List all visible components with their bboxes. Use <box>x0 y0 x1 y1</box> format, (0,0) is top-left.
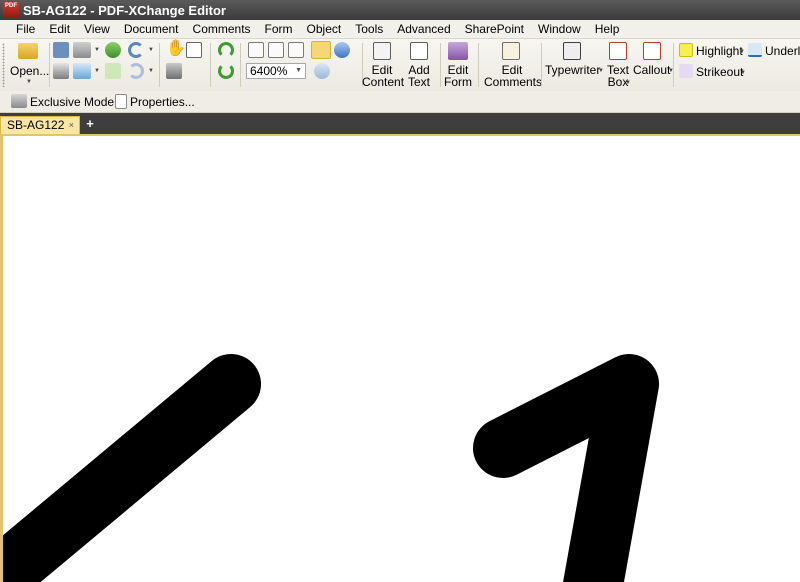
ribbon-separator <box>49 43 50 87</box>
edit-content-label-2[interactable]: Content <box>362 76 404 88</box>
new-tab-button[interactable]: + <box>82 116 98 132</box>
strikeout-button[interactable]: Strikeout <box>696 66 743 78</box>
menu-tools[interactable]: Tools <box>348 22 390 36</box>
redo-dropdown-icon[interactable]: ▼ <box>148 68 154 74</box>
menu-sharepoint[interactable]: SharePoint <box>458 22 531 36</box>
toolbar-grip <box>2 43 5 87</box>
ribbon-separator <box>541 43 542 87</box>
document-tab-bar: SB-AG122 × + <box>0 113 800 134</box>
typewriter-icon[interactable] <box>563 42 581 60</box>
menu-help[interactable]: Help <box>588 22 627 36</box>
rotate-counterclockwise-icon[interactable] <box>218 63 234 79</box>
open-button[interactable]: Open... <box>10 65 49 77</box>
ribbon-toolbar: Open... ▼ ▼ ▼ ▼ ▼ ✋ 6400% ▼ Edit Content… <box>0 39 800 91</box>
callout-icon[interactable] <box>643 42 661 60</box>
fit-width-icon[interactable] <box>288 42 304 58</box>
undo-dropdown-icon[interactable]: ▼ <box>148 47 154 53</box>
document-viewport[interactable] <box>0 134 800 582</box>
rotate-clockwise-icon[interactable] <box>218 42 234 58</box>
text-box-dropdown-icon[interactable]: ▼ <box>625 80 631 86</box>
tab-document[interactable]: SB-AG122 × <box>0 116 80 134</box>
zoom-out-icon[interactable] <box>334 42 350 58</box>
email-dropdown-icon[interactable]: ▼ <box>94 68 100 74</box>
zoom-in-tool-icon[interactable] <box>311 41 331 59</box>
ribbon-separator <box>478 43 479 87</box>
ribbon-separator <box>210 43 211 87</box>
snapshot-icon[interactable] <box>166 63 182 79</box>
strikeout-dropdown-icon[interactable]: ▼ <box>740 70 746 76</box>
edit-form-label-2[interactable]: Form <box>443 76 473 88</box>
highlight-dropdown-icon[interactable]: ▼ <box>739 49 745 55</box>
document-page-content <box>3 354 659 582</box>
print-icon[interactable] <box>53 63 69 79</box>
menu-edit[interactable]: Edit <box>42 22 77 36</box>
strikeout-icon[interactable] <box>679 64 693 78</box>
hand-tool-icon[interactable]: ✋ <box>166 41 186 57</box>
app-icon: PDF <box>3 2 19 18</box>
menu-form[interactable]: Form <box>258 22 300 36</box>
edit-comments-label-2[interactable]: Comments <box>484 76 542 88</box>
exclusive-mode-icon[interactable] <box>11 94 27 108</box>
menu-advanced[interactable]: Advanced <box>390 22 457 36</box>
menu-object[interactable]: Object <box>300 22 349 36</box>
edit-content-icon[interactable] <box>373 42 391 60</box>
undo-icon[interactable] <box>128 42 144 58</box>
menu-bar: File Edit View Document Comments Form Ob… <box>0 20 800 39</box>
scanner-icon[interactable] <box>73 42 91 58</box>
text-box-icon[interactable] <box>609 42 627 60</box>
menu-window[interactable]: Window <box>531 22 588 36</box>
fit-page-icon[interactable] <box>268 42 284 58</box>
underline-icon[interactable] <box>748 43 762 57</box>
menu-file[interactable]: File <box>0 22 42 36</box>
add-text-icon[interactable] <box>410 42 428 60</box>
close-tab-icon[interactable]: × <box>69 117 74 133</box>
properties-icon[interactable] <box>115 94 127 109</box>
redo-icon[interactable] <box>128 63 144 79</box>
menu-view[interactable]: View <box>77 22 117 36</box>
ribbon-separator <box>159 43 160 87</box>
chevron-down-icon: ▼ <box>295 67 302 74</box>
save-icon[interactable] <box>53 42 69 58</box>
zoom-level-select[interactable]: 6400% ▼ <box>246 63 306 79</box>
actual-size-icon[interactable] <box>248 42 264 58</box>
email-icon[interactable] <box>73 63 91 79</box>
typewriter-button[interactable]: Typewriter <box>545 64 600 76</box>
callout-button[interactable]: Callout <box>633 64 670 76</box>
open-dropdown-icon[interactable]: ▼ <box>26 79 32 85</box>
zoom-level-value: 6400% <box>250 64 288 78</box>
title-bar: PDF SB-AG122 - PDF-XChange Editor <box>0 0 800 20</box>
tab-document-label: SB-AG122 <box>7 118 65 132</box>
menu-comments[interactable]: Comments <box>186 22 258 36</box>
edit-comments-icon[interactable] <box>502 42 520 60</box>
ribbon-separator <box>673 43 674 87</box>
glyph-stroke <box>473 354 659 582</box>
highlight-icon[interactable] <box>679 43 693 57</box>
exclusive-mode-button[interactable]: Exclusive Mode <box>30 96 114 108</box>
window-title: SB-AG122 - PDF-XChange Editor <box>23 2 226 18</box>
reply-icon[interactable] <box>105 42 121 58</box>
glyph-stroke <box>3 354 261 582</box>
forward-icon[interactable] <box>105 63 121 79</box>
folder-open-icon[interactable] <box>18 43 38 59</box>
properties-button[interactable]: Properties... <box>130 96 195 108</box>
edit-form-icon[interactable] <box>448 42 468 60</box>
menu-document[interactable]: Document <box>117 22 186 36</box>
secondary-toolbar: Exclusive Mode Properties... <box>0 91 800 113</box>
zoom-in-icon[interactable] <box>314 63 330 79</box>
add-text-label-2[interactable]: Text <box>404 76 434 88</box>
ribbon-separator <box>240 43 241 87</box>
scanner-dropdown-icon[interactable]: ▼ <box>94 47 100 53</box>
underline-button[interactable]: Underli <box>765 45 800 57</box>
ribbon-separator <box>440 43 441 87</box>
highlight-button[interactable]: Highlight <box>696 45 743 57</box>
select-text-icon[interactable] <box>186 42 202 58</box>
